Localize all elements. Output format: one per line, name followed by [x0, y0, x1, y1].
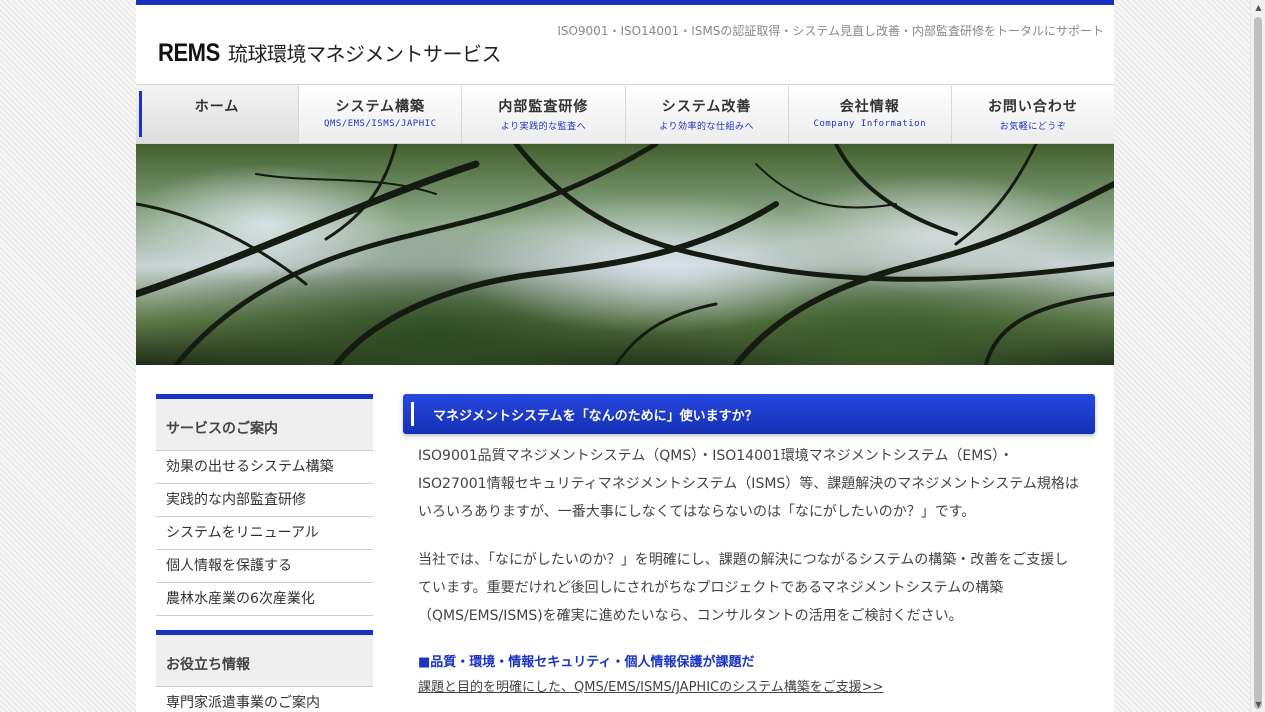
intro-line: いろいろありますが、一番大事にしなくてはならないのは「なにがしたいのか？」です。	[418, 504, 976, 520]
nav-home[interactable]: ホーム	[136, 85, 299, 143]
nav-company[interactable]: 会社情報 Company Information	[787, 85, 951, 143]
nav-system-build[interactable]: システム構築 QMS/EMS/ISMS/JAPHIC	[298, 85, 461, 143]
scroll-thumb[interactable]	[1254, 17, 1262, 709]
header-tagline: ISO9001・ISO14001・ISMSの認証取得・システム見直し改善・内部監…	[557, 24, 1104, 38]
nav-label: システム改善	[661, 99, 752, 115]
sidebar-item-system-renewal[interactable]: システムをリニューアル	[156, 517, 373, 550]
page: REMS 琉球環境マネジメントサービス ISO9001・ISO14001・ISM…	[136, 0, 1114, 712]
nav-internal-audit[interactable]: 内部監査研修 より実践的な監査へ	[461, 85, 624, 143]
nav-system-improve[interactable]: システム改善 より効率的な仕組みへ	[624, 85, 788, 143]
support-line: （QMS/EMS/ISMS)を確実に進めたいなら、コンサルタントの活用をご検討く…	[418, 608, 963, 624]
section-heading: マネジメントシステムを「なんのために」使いますか？	[403, 394, 1095, 434]
nav-label: システム構築	[335, 99, 426, 115]
support-paragraph: 当社では、「なにがしたいのか？」を明確にし、課題の解決につながるシステムの構築・…	[418, 546, 1095, 630]
nav-sublabel: Company Information	[813, 119, 926, 129]
sidebar: サービスのご案内 効果の出せるシステム構築 実践的な内部監査研修 システムをリニ…	[156, 394, 373, 712]
global-nav: ホーム システム構築 QMS/EMS/ISMS/JAPHIC 内部監査研修 より…	[136, 84, 1114, 144]
tree-branches-graphic	[136, 144, 1114, 365]
support-line: 当社では、「なにがしたいのか？」を明確にし、課題の解決につながるシステムの構築・…	[418, 552, 1069, 568]
scroll-down-arrow-icon[interactable]: ▼	[1251, 697, 1265, 712]
logo-text: 琉球環境マネジメントサービス	[228, 42, 502, 66]
topic-subheading: ■品質・環境・情報セキュリティ・個人情報保護が課題だ	[418, 655, 755, 670]
logo-mark: REMS	[158, 39, 220, 67]
main-content: マネジメントシステムを「なんのために」使いますか？ ISO9001品質マネジメン…	[403, 394, 1095, 695]
site-header: REMS 琉球環境マネジメントサービス ISO9001・ISO14001・ISM…	[136, 5, 1114, 84]
section-heading-text: マネジメントシステムを「なんのために」使いますか？	[433, 409, 758, 424]
system-build-link[interactable]: 課題と目的を明確にした、QMS/EMS/ISMS/JAPHICのシステム構築をご…	[418, 676, 1095, 695]
sidebar-item-internal-audit[interactable]: 実践的な内部監査研修	[156, 484, 373, 517]
sidebar-item-privacy[interactable]: 個人情報を保護する	[156, 550, 373, 583]
nav-label: ホーム	[194, 99, 240, 115]
nav-label: 会社情報	[839, 99, 900, 115]
support-line: ています。重要だけれど後回しにされがちなプロジェクトであるマネジメントシステムの…	[418, 580, 1004, 596]
hero-banner-image	[136, 144, 1114, 365]
sidebar-item-6th-industry[interactable]: 農林水産業の6次産業化	[156, 583, 373, 616]
page-scrollbar[interactable]: ▲ ▼	[1250, 0, 1265, 712]
nav-label: お問い合わせ	[987, 99, 1078, 115]
nav-sublabel: より実践的な監査へ	[500, 122, 587, 132]
nav-sublabel: より効率的な仕組みへ	[659, 122, 755, 132]
nav-contact[interactable]: お問い合わせ お気軽にどうぞ	[950, 85, 1114, 143]
sidebar-item-expert-dispatch[interactable]: 専門家派遣事業のご案内	[156, 687, 373, 712]
sidebar-services-list: 効果の出せるシステム構築 実践的な内部監査研修 システムをリニューアル 個人情報…	[156, 451, 373, 616]
nav-sublabel: QMS/EMS/ISMS/JAPHIC	[324, 119, 437, 129]
sidebar-info-title: お役立ち情報	[156, 630, 373, 687]
nav-label: 内部監査研修	[498, 99, 589, 115]
intro-line: ISO27001情報セキュリティマネジメントシステム（ISMS）等、課題解決のマ…	[418, 476, 1079, 492]
sidebar-item-system-build[interactable]: 効果の出せるシステム構築	[156, 451, 373, 484]
site-logo[interactable]: REMS 琉球環境マネジメントサービス	[158, 38, 502, 68]
sidebar-services-title: サービスのご案内	[156, 394, 373, 451]
nav-sublabel: お気軽にどうぞ	[999, 122, 1067, 132]
sidebar-info-list: 専門家派遣事業のご案内	[156, 687, 373, 712]
intro-line: ISO9001品質マネジメントシステム（QMS）・ISO14001環境マネジメン…	[418, 448, 1014, 464]
intro-paragraph: ISO9001品質マネジメントシステム（QMS）・ISO14001環境マネジメン…	[418, 442, 1095, 526]
scroll-up-arrow-icon[interactable]: ▲	[1251, 0, 1265, 15]
